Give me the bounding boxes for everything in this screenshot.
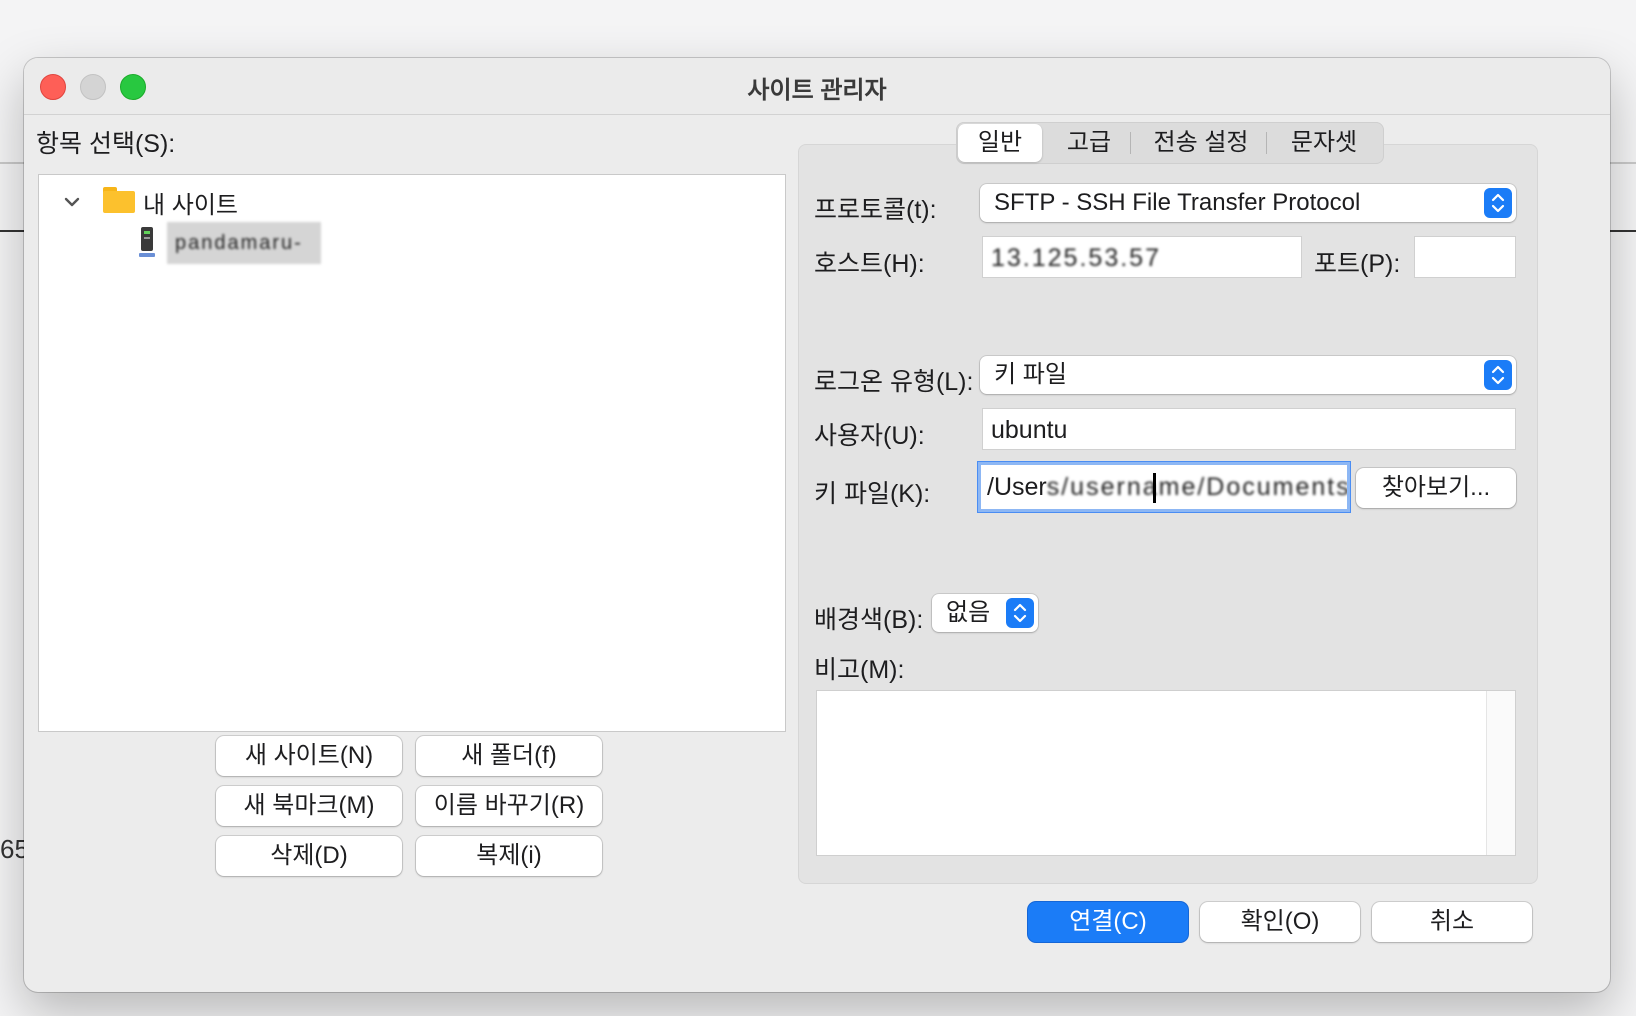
keyfile-value-prefix: /User	[987, 473, 1047, 501]
host-input[interactable]: 13.125.53.57	[982, 236, 1302, 278]
chevron-down-icon[interactable]	[61, 191, 83, 213]
background-divider	[1610, 230, 1636, 232]
comment-textarea[interactable]	[816, 690, 1516, 856]
user-input[interactable]: ubuntu	[982, 408, 1516, 450]
background-color-value: 없음	[946, 599, 991, 626]
background-divider	[0, 162, 24, 164]
background-divider	[0, 230, 24, 232]
server-icon	[139, 227, 155, 259]
keyfile-value-rest: s/username/Documents/Ke	[1046, 473, 1350, 501]
site-manager-window: 사이트 관리자 항목 선택(S): 내 사이트 pandamaru-ol 새 사…	[24, 58, 1610, 992]
host-value: 13.125.53.57	[991, 244, 1161, 272]
tab-separator	[1266, 132, 1267, 154]
select-arrows-icon	[1484, 360, 1512, 390]
logon-type-select[interactable]: 키 파일	[980, 356, 1516, 394]
tab-transfer-settings[interactable]: 전송 설정	[1134, 122, 1268, 164]
new-folder-button[interactable]: 새 폴더(f)	[416, 736, 602, 776]
select-arrows-icon	[1484, 188, 1512, 218]
text-cursor	[1153, 473, 1156, 503]
user-label: 사용자(U):	[814, 422, 925, 450]
comment-value	[817, 691, 1515, 703]
tab-separator	[1130, 132, 1131, 154]
comment-label: 비고(M):	[814, 656, 905, 684]
connect-button[interactable]: 연결(C)	[1028, 902, 1188, 942]
window-title: 사이트 관리자	[747, 77, 887, 104]
rename-button[interactable]: 이름 바꾸기(R)	[416, 786, 602, 826]
tab-charset[interactable]: 문자셋	[1274, 122, 1374, 164]
tree-root-my-sites[interactable]: 내 사이트	[143, 185, 238, 220]
new-bookmark-button[interactable]: 새 북마크(M)	[216, 786, 402, 826]
background-color-label: 배경색(B):	[814, 606, 924, 634]
folder-icon	[103, 187, 135, 213]
title-bar: 사이트 관리자	[24, 58, 1610, 115]
port-label: 포트(P):	[1314, 250, 1401, 278]
port-input[interactable]	[1414, 236, 1516, 278]
keyfile-input[interactable]: /Users/username/Documents/Ke	[978, 462, 1350, 512]
protocol-value: SFTP - SSH File Transfer Protocol	[994, 189, 1361, 216]
duplicate-button[interactable]: 복제(i)	[416, 836, 602, 876]
entry-select-label: 항목 선택(S):	[36, 130, 176, 158]
select-arrows-icon	[1006, 598, 1034, 628]
browse-button[interactable]: 찾아보기...	[1356, 468, 1516, 508]
cancel-button[interactable]: 취소	[1372, 902, 1532, 942]
logon-type-label: 로그온 유형(L):	[814, 368, 974, 396]
site-tree[interactable]: 내 사이트 pandamaru-ol	[38, 174, 786, 732]
host-label: 호스트(H):	[814, 250, 925, 278]
protocol-label: 프로토콜(t):	[814, 196, 937, 224]
delete-button[interactable]: 삭제(D)	[216, 836, 402, 876]
tree-site-item[interactable]: pandamaru-ol	[167, 222, 321, 264]
background-color-select[interactable]: 없음	[932, 594, 1038, 632]
tab-advanced[interactable]: 고급	[1050, 122, 1128, 164]
tab-general[interactable]: 일반	[958, 124, 1042, 162]
logon-type-value: 키 파일	[994, 361, 1067, 388]
keyfile-label: 키 파일(K):	[814, 480, 931, 508]
ok-button[interactable]: 확인(O)	[1200, 902, 1360, 942]
protocol-select[interactable]: SFTP - SSH File Transfer Protocol	[980, 184, 1516, 222]
settings-tabs: 일반 고급 전송 설정 문자셋	[956, 122, 1384, 164]
comment-scrollbar[interactable]	[1486, 691, 1515, 855]
background-divider	[1610, 162, 1636, 164]
new-site-button[interactable]: 새 사이트(N)	[216, 736, 402, 776]
